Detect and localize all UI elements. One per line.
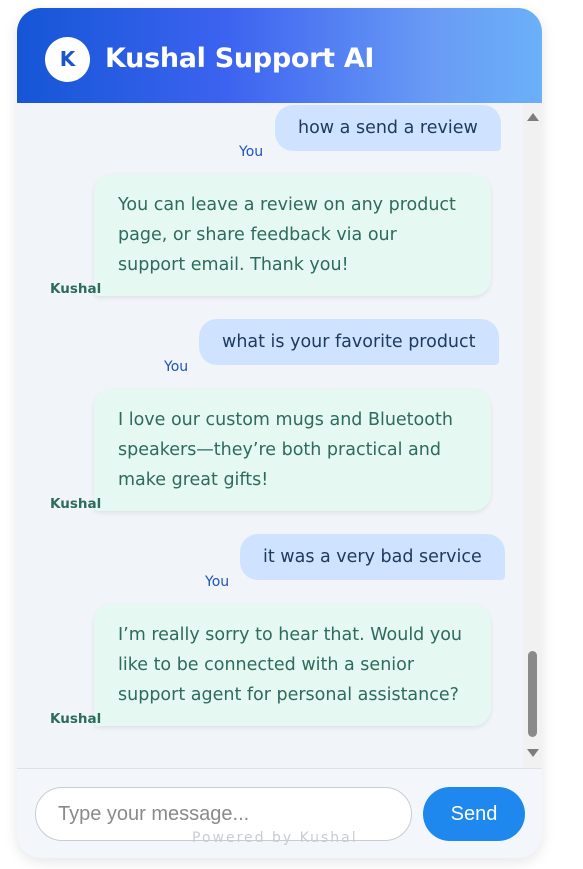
message-list[interactable]: how a send a review You You can leave a … [17,103,542,768]
bot-message-line: make great gifts! [118,470,269,490]
bot-message-line: You can leave a review on any product [118,195,456,215]
send-button[interactable]: Send [423,787,525,841]
user-message: what is your favorite product [199,319,499,365]
sender-label-you: You [164,359,189,375]
user-message: how a send a review [275,105,501,151]
scroll-down-arrow-icon[interactable] [527,749,539,757]
bot-message: I love our custom mugs and Bluetooth spe… [94,389,491,511]
sender-label-kushal: Kushal [50,281,102,297]
chat-widget: K Kushal Support AI how a send a review … [17,8,542,858]
chat-title: Kushal Support AI [105,43,375,74]
bot-message-line: like to be connected with a senior [118,655,415,675]
avatar: K [45,37,90,82]
bot-message-line: I love our custom mugs and Bluetooth [118,410,453,430]
bot-message: You can leave a review on any product pa… [94,174,491,296]
powered-by-label: Powered by Kushal [192,830,358,846]
sender-label-kushal: Kushal [50,711,102,727]
bot-message-line: support agent for personal assistance? [118,685,459,705]
scroll-up-arrow-icon[interactable] [527,113,539,121]
chat-header: K Kushal Support AI [17,8,542,103]
sender-label-you: You [239,144,264,160]
user-message: it was a very bad service [240,534,505,580]
scroll-thumb[interactable] [528,651,537,737]
sender-label-you: You [205,574,230,590]
bot-message-line: speakers—they’re both practical and [118,440,441,460]
bot-message: I’m really sorry to hear that. Would you… [94,604,491,726]
sender-label-kushal: Kushal [50,496,102,512]
composer: Send Powered by Kushal [17,768,542,858]
scrollbar[interactable] [523,103,542,768]
bot-message-line: support email. Thank you! [118,255,349,275]
bot-message-line: I’m really sorry to hear that. Would you [118,625,463,645]
bot-message-line: page, or share feedback via our [118,225,397,245]
